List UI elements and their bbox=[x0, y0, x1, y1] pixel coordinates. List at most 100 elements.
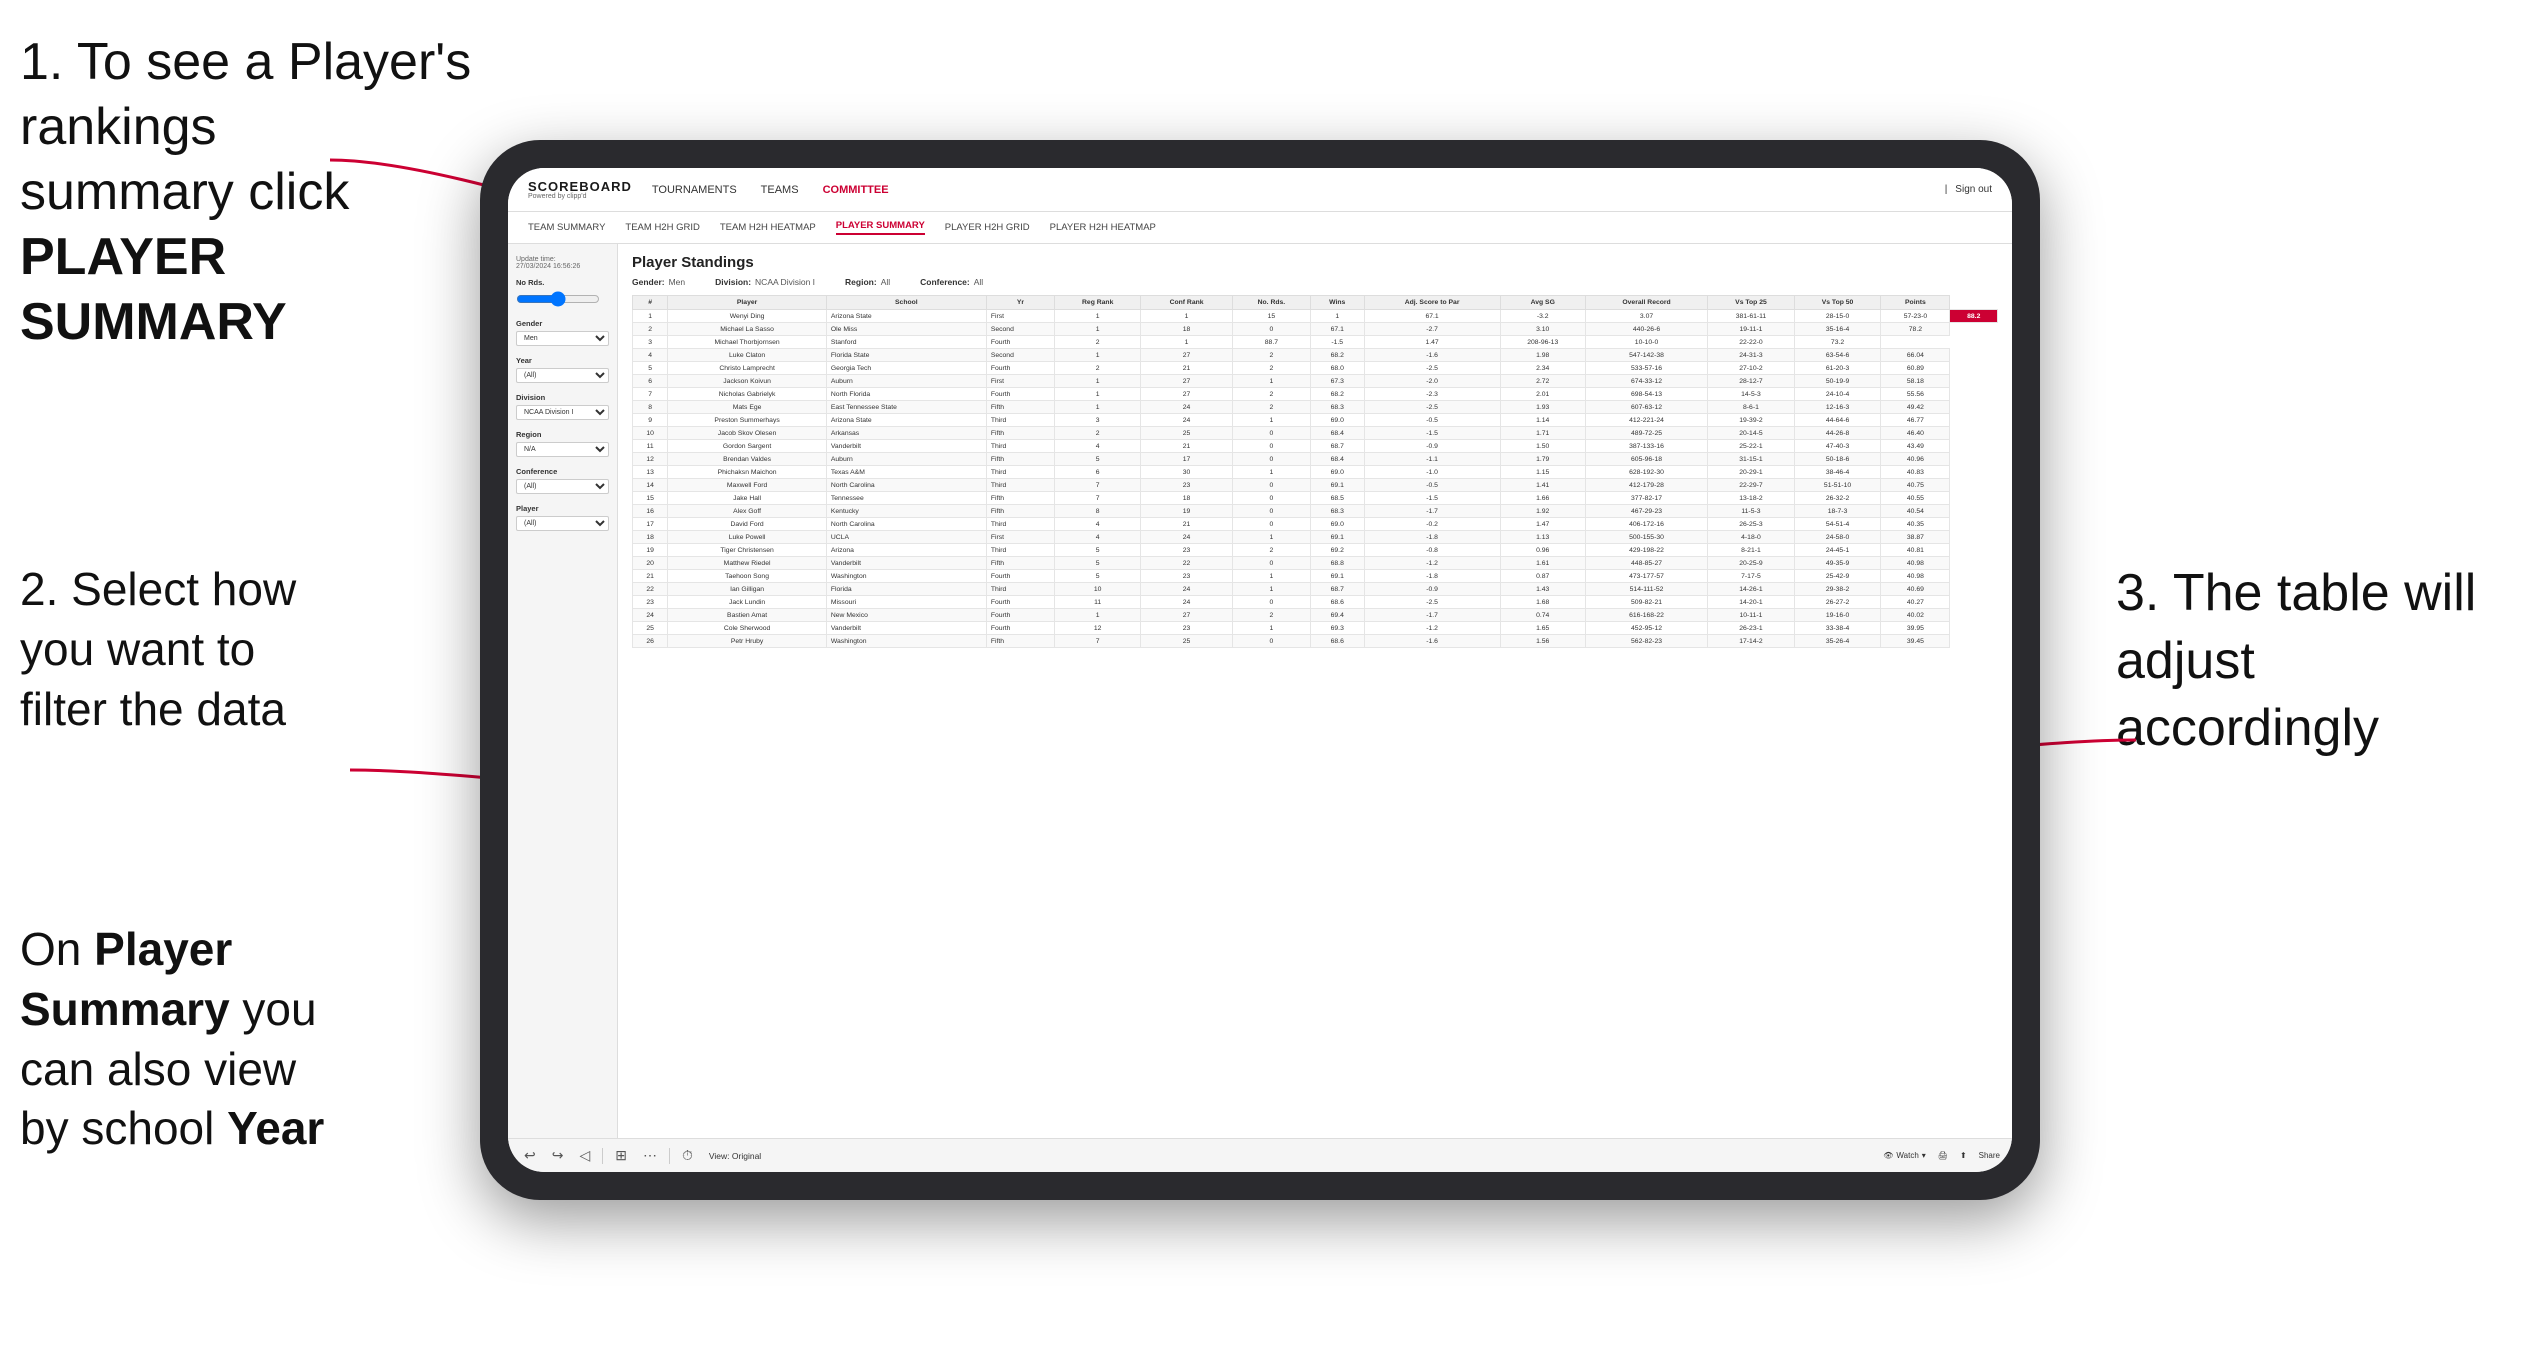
export-button[interactable]: ⬆ bbox=[1960, 1151, 1967, 1160]
table-cell: 11-5-3 bbox=[1708, 505, 1795, 518]
table-cell: Wenyi Ding bbox=[668, 310, 827, 323]
table-cell: North Carolina bbox=[826, 479, 986, 492]
table-cell: 15 bbox=[1232, 310, 1310, 323]
table-cell: 698-54-13 bbox=[1585, 388, 1707, 401]
table-cell: 6 bbox=[633, 375, 668, 388]
table-cell: 68.4 bbox=[1310, 427, 1364, 440]
table-cell: David Ford bbox=[668, 518, 827, 531]
table-cell: 3.10 bbox=[1500, 323, 1585, 336]
nav-committee[interactable]: COMMITTEE bbox=[823, 180, 889, 200]
toolbar-divider-2 bbox=[669, 1148, 670, 1164]
table-cell: 19-11-1 bbox=[1708, 323, 1795, 336]
table-cell: 44-64-6 bbox=[1794, 414, 1881, 427]
table-row: 16Alex GoffKentuckyFifth819068.3-1.71.92… bbox=[633, 505, 1998, 518]
table-cell: 0 bbox=[1232, 440, 1310, 453]
table-cell: 19-16-0 bbox=[1794, 609, 1881, 622]
subnav-team-summary[interactable]: TEAM SUMMARY bbox=[528, 222, 605, 233]
table-cell: 27 bbox=[1141, 375, 1233, 388]
table-cell: Arizona bbox=[826, 544, 986, 557]
subnav-player-h2h-grid[interactable]: PLAYER H2H GRID bbox=[945, 222, 1030, 233]
table-cell: 7 bbox=[1055, 635, 1141, 648]
table-row: 10Jacob Skov OlesenArkansasFifth225068.4… bbox=[633, 427, 1998, 440]
clock-button[interactable]: ⏱ bbox=[678, 1145, 697, 1166]
table-cell: -0.8 bbox=[1364, 544, 1500, 557]
subnav-team-h2h-grid[interactable]: TEAM H2H GRID bbox=[625, 222, 699, 233]
table-cell: 14-5-3 bbox=[1708, 388, 1795, 401]
table-cell: 208-96-13 bbox=[1500, 336, 1585, 349]
no-rds-slider[interactable] bbox=[516, 291, 600, 307]
watch-button[interactable]: 👁 Watch ▾ bbox=[1883, 1151, 1926, 1160]
table-cell: 0.96 bbox=[1500, 544, 1585, 557]
col-vs-top50: Vs Top 50 bbox=[1794, 296, 1881, 310]
undo-button[interactable]: ↩ bbox=[520, 1145, 540, 1166]
step2-text: 2. Select how you want to filter the dat… bbox=[20, 563, 296, 735]
share-button[interactable]: Share bbox=[1979, 1151, 2000, 1160]
table-cell: 7 bbox=[1055, 492, 1141, 505]
table-cell: Mats Ege bbox=[668, 401, 827, 414]
table-cell: 68.3 bbox=[1310, 401, 1364, 414]
table-cell: 8-21-1 bbox=[1708, 544, 1795, 557]
table-cell: 452-95-12 bbox=[1585, 622, 1707, 635]
table-cell: 0 bbox=[1232, 635, 1310, 648]
logo-scoreboard: SCOREBOARD bbox=[528, 180, 632, 193]
table-cell: 4 bbox=[1055, 531, 1141, 544]
table-cell: 1 bbox=[1055, 323, 1141, 336]
more-button[interactable]: ⋯ bbox=[639, 1145, 661, 1166]
table-cell: 2 bbox=[1055, 362, 1141, 375]
table-cell: 8-6-1 bbox=[1708, 401, 1795, 414]
print-button[interactable]: 🖨 bbox=[1938, 1151, 1948, 1160]
back-button[interactable]: ◁ bbox=[575, 1145, 594, 1166]
table-cell: 5 bbox=[633, 362, 668, 375]
table-cell: 2 bbox=[1232, 362, 1310, 375]
table-cell: 60.89 bbox=[1881, 362, 1950, 375]
division-select[interactable]: NCAA Division I bbox=[516, 405, 609, 420]
subnav-team-h2h-heatmap[interactable]: TEAM H2H HEATMAP bbox=[720, 222, 816, 233]
col-reg-rank: Reg Rank bbox=[1055, 296, 1141, 310]
table-cell: Jake Hall bbox=[668, 492, 827, 505]
table-cell: Third bbox=[986, 479, 1054, 492]
toolbar-right: 👁 Watch ▾ 🖨 ⬆ Share bbox=[1883, 1151, 2000, 1160]
col-player: Player bbox=[668, 296, 827, 310]
table-cell: 27-10-2 bbox=[1708, 362, 1795, 375]
table-cell: -2.7 bbox=[1364, 323, 1500, 336]
conference-select[interactable]: (All) bbox=[516, 479, 609, 494]
table-cell: 8 bbox=[1055, 505, 1141, 518]
table-cell: 24 bbox=[1141, 583, 1233, 596]
col-vs-top25: Vs Top 25 bbox=[1708, 296, 1795, 310]
table-cell: 1 bbox=[1310, 310, 1364, 323]
table-cell: Georgia Tech bbox=[826, 362, 986, 375]
table-cell: 68.2 bbox=[1310, 349, 1364, 362]
nav-teams[interactable]: TEAMS bbox=[761, 180, 799, 200]
table-cell: 68.4 bbox=[1310, 453, 1364, 466]
table-cell: 1 bbox=[1232, 466, 1310, 479]
table-cell: 1.47 bbox=[1500, 518, 1585, 531]
table-cell: 10-10-0 bbox=[1585, 336, 1707, 349]
table-cell: Vanderbilt bbox=[826, 622, 986, 635]
table-cell: 13 bbox=[633, 466, 668, 479]
table-cell: 1 bbox=[1232, 375, 1310, 388]
table-cell: 1 bbox=[1055, 388, 1141, 401]
table-cell: 7-17-5 bbox=[1708, 570, 1795, 583]
redo-button[interactable]: ↪ bbox=[548, 1145, 568, 1166]
table-cell: 24-31-3 bbox=[1708, 349, 1795, 362]
player-select[interactable]: (All) bbox=[516, 516, 609, 531]
table-cell: 4 bbox=[633, 349, 668, 362]
copy-button[interactable]: ⊞ bbox=[611, 1145, 631, 1166]
table-cell: Christo Lamprecht bbox=[668, 362, 827, 375]
year-select[interactable]: (All) bbox=[516, 368, 609, 383]
gender-select[interactable]: Men bbox=[516, 331, 609, 346]
table-cell: 1 bbox=[1055, 310, 1141, 323]
table-cell: 46.40 bbox=[1881, 427, 1950, 440]
sign-out-link[interactable]: Sign out bbox=[1955, 184, 1992, 195]
region-select[interactable]: N/A bbox=[516, 442, 609, 457]
table-cell: 0 bbox=[1232, 427, 1310, 440]
table-cell: 1.79 bbox=[1500, 453, 1585, 466]
table-cell: -2.5 bbox=[1364, 362, 1500, 375]
subnav-player-summary[interactable]: PLAYER SUMMARY bbox=[836, 220, 925, 235]
nav-tournaments[interactable]: TOURNAMENTS bbox=[652, 180, 737, 200]
view-label: View: Original bbox=[709, 1151, 761, 1161]
sidebar-year: Year (All) bbox=[516, 356, 609, 383]
table-cell: 38-46-4 bbox=[1794, 466, 1881, 479]
subnav-player-h2h-heatmap[interactable]: PLAYER H2H HEATMAP bbox=[1050, 222, 1156, 233]
table-cell: 2 bbox=[1055, 427, 1141, 440]
